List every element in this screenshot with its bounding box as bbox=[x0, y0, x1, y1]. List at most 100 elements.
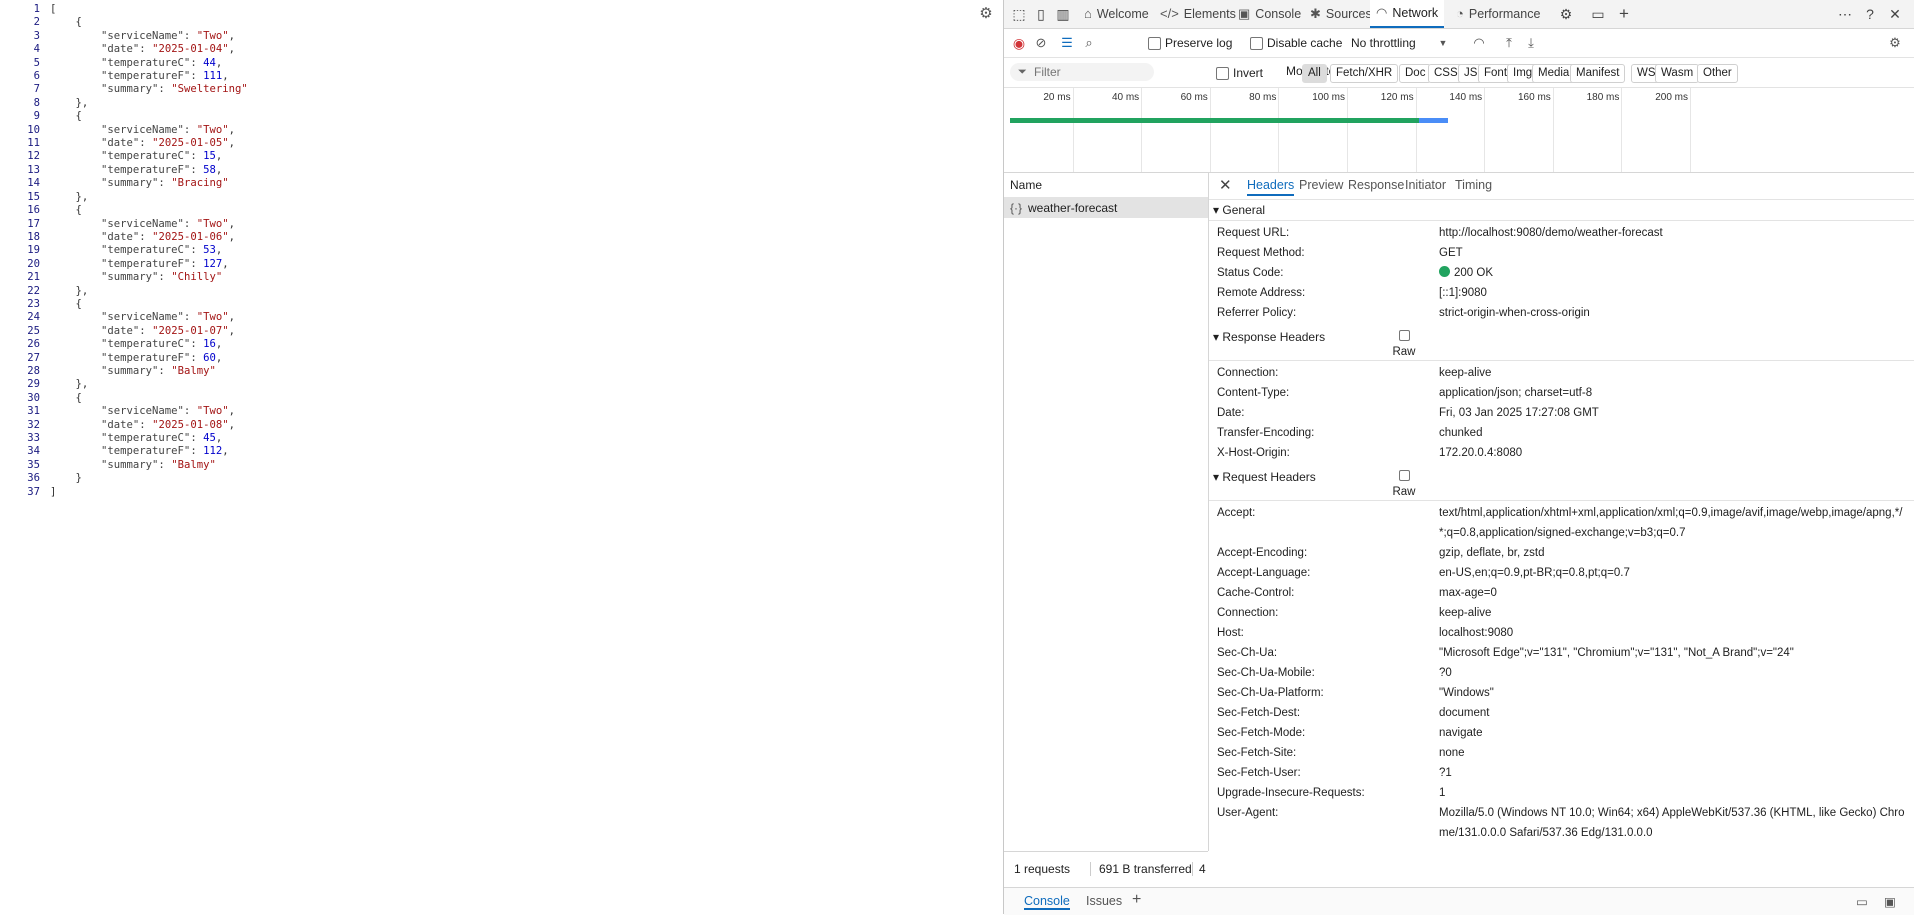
tab-response[interactable]: Response bbox=[1348, 178, 1404, 192]
request-headers-section-header[interactable]: ▾ Request Headers Raw bbox=[1209, 467, 1914, 501]
header-value: 200 OK bbox=[1439, 263, 1914, 283]
bug-icon: ✱ bbox=[1310, 5, 1321, 21]
code-token: , bbox=[228, 324, 235, 337]
header-row: Date: Fri, 03 Jan 2025 17:27:08 GMT bbox=[1209, 403, 1914, 423]
drawer-tab-console[interactable]: Console bbox=[1024, 894, 1070, 910]
code-token: "Chilly" bbox=[171, 271, 223, 284]
search-icon[interactable]: ⌕ bbox=[1080, 34, 1098, 52]
line-number: 27 bbox=[27, 351, 40, 364]
application-icon[interactable]: ▭ bbox=[1589, 5, 1607, 23]
code-line: 19 "temperatureC": 53, bbox=[0, 244, 248, 257]
tab-console[interactable]: ▣ Console bbox=[1232, 0, 1307, 27]
header-row: X-Host-Origin: 172.20.0.4:8080 bbox=[1209, 443, 1914, 463]
settings-gear-icon[interactable]: ⚙ bbox=[1557, 5, 1575, 23]
request-raw-toggle[interactable]: Raw bbox=[1389, 468, 1419, 499]
line-number: 19 bbox=[27, 244, 40, 257]
header-row: Sec-Ch-Ua: "Microsoft Edge";v="131", "Chr… bbox=[1209, 643, 1914, 663]
response-headers-section-header[interactable]: ▾ Response Headers Raw bbox=[1209, 327, 1914, 361]
close-devtools-icon[interactable]: ✕ bbox=[1886, 5, 1904, 23]
close-icon[interactable]: ✕ bbox=[1219, 176, 1232, 194]
header-row: Sec-Fetch-Site: none bbox=[1209, 743, 1914, 763]
upload-icon[interactable]: ⤒ bbox=[1500, 34, 1518, 52]
drawer-tab-issues[interactable]: Issues bbox=[1086, 894, 1122, 908]
code-token: "Two" bbox=[196, 217, 229, 230]
line-number: 26 bbox=[27, 338, 40, 351]
clear-icon[interactable]: ⊘ bbox=[1032, 34, 1050, 52]
line-number: 36 bbox=[27, 472, 40, 485]
request-row[interactable]: {·} weather-forecast bbox=[1004, 198, 1208, 218]
filter-funnel-icon[interactable]: ☰ bbox=[1058, 34, 1076, 52]
filter-type-media[interactable]: Media bbox=[1532, 64, 1576, 83]
tab-elements[interactable]: </> Elements bbox=[1154, 0, 1242, 27]
more-options-icon[interactable]: ⋯ bbox=[1836, 5, 1854, 23]
raw-checkbox[interactable] bbox=[1398, 330, 1410, 341]
network-timeline[interactable]: 20 ms 40 ms 60 ms 80 ms 100 ms 120 ms 140 ms 16… bbox=[1004, 88, 1914, 173]
filter-type-wasm[interactable]: Wasm bbox=[1655, 64, 1700, 83]
header-key: Sec-Ch-Ua-Platform: bbox=[1217, 687, 1324, 699]
chevron-down-icon[interactable]: ▼ bbox=[1434, 34, 1452, 52]
filter-type-all[interactable]: All bbox=[1302, 64, 1327, 83]
gear-icon[interactable]: ⚙ bbox=[978, 6, 994, 22]
throttling-select[interactable]: No throttling bbox=[1351, 36, 1416, 50]
close-drawer-icon[interactable]: ▣ bbox=[1884, 894, 1896, 909]
code-token: 60 bbox=[203, 351, 216, 364]
code-token: "summary": bbox=[50, 458, 172, 471]
code-token: { bbox=[50, 297, 82, 310]
network-conditions-icon[interactable]: ◠ bbox=[1470, 34, 1488, 52]
tab-welcome[interactable]: ⌂ Welcome bbox=[1078, 0, 1155, 27]
response-raw-toggle[interactable]: Raw bbox=[1389, 328, 1419, 359]
status-code-text: 200 OK bbox=[1454, 267, 1493, 279]
add-tab-icon[interactable]: + bbox=[1615, 5, 1633, 23]
code-token: "temperatureF": bbox=[50, 257, 204, 270]
network-settings-icon[interactable]: ⚙ bbox=[1886, 34, 1904, 52]
filter-type-manifest[interactable]: Manifest bbox=[1570, 64, 1626, 83]
header-value: keep-alive bbox=[1439, 367, 1492, 379]
line-number: 5 bbox=[33, 56, 40, 69]
inspect-element-icon[interactable]: ⬚ bbox=[1010, 5, 1028, 23]
name-column-header[interactable]: Name bbox=[1004, 173, 1208, 198]
code-line: 10 "serviceName": "Two", bbox=[0, 124, 248, 137]
preserve-log-checkbox[interactable] bbox=[1148, 37, 1161, 50]
invert-checkbox[interactable] bbox=[1216, 67, 1229, 80]
line-number: 10 bbox=[27, 123, 40, 136]
code-token: "summary": bbox=[50, 364, 172, 377]
header-value: 1 bbox=[1439, 787, 1446, 799]
tab-initiator[interactable]: Initiator bbox=[1405, 178, 1446, 192]
general-section-header[interactable]: ▾ General bbox=[1209, 200, 1914, 221]
header-value: 172.20.0.4:8080 bbox=[1439, 447, 1523, 459]
filter-input[interactable]: ⏷ Filter bbox=[1010, 63, 1154, 81]
filter-type-doc[interactable]: Doc bbox=[1399, 64, 1432, 83]
sidebar-toggle-icon[interactable]: ▥ bbox=[1054, 5, 1072, 23]
device-emulation-icon[interactable]: ▯ bbox=[1032, 5, 1050, 23]
raw-checkbox[interactable] bbox=[1398, 470, 1410, 481]
code-token: "summary": bbox=[50, 271, 172, 284]
code-token: , bbox=[228, 137, 235, 150]
tab-headers[interactable]: Headers bbox=[1247, 178, 1295, 196]
code-token: "serviceName": bbox=[50, 29, 197, 42]
disable-cache-checkbox[interactable] bbox=[1250, 37, 1263, 50]
download-icon[interactable]: ⤓ bbox=[1522, 34, 1540, 52]
record-icon[interactable]: ◉ bbox=[1010, 34, 1028, 52]
line-number: 9 bbox=[33, 110, 40, 123]
tab-performance[interactable]: ◔ Performance bbox=[1450, 0, 1546, 27]
code-icon: </> bbox=[1160, 6, 1179, 21]
code-token: "2025-01-06" bbox=[152, 230, 229, 243]
code-token: , bbox=[222, 70, 229, 83]
code-token: , bbox=[228, 405, 235, 418]
code-token: , bbox=[228, 418, 235, 431]
add-drawer-tab-icon[interactable]: + bbox=[1132, 891, 1141, 909]
header-row: Accept-Language: en-US,en;q=0.9,pt-BR;q=0… bbox=[1209, 563, 1914, 583]
filter-type-other[interactable]: Other bbox=[1697, 64, 1738, 83]
header-key: X-Host-Origin: bbox=[1217, 447, 1290, 459]
header-value: document bbox=[1439, 707, 1490, 719]
filter-type-fetchxhr[interactable]: Fetch/XHR bbox=[1330, 64, 1399, 83]
timeline-waiting-bar bbox=[1010, 118, 1420, 123]
tab-sources[interactable]: ✱ Sources bbox=[1304, 0, 1378, 27]
help-icon[interactable]: ? bbox=[1861, 5, 1879, 23]
header-row: Cache-Control: max-age=0 bbox=[1209, 583, 1914, 603]
tab-timing[interactable]: Timing bbox=[1455, 178, 1492, 192]
tab-network[interactable]: ◠ Network bbox=[1370, 0, 1445, 28]
dock-icon[interactable]: ▭ bbox=[1856, 894, 1868, 909]
tab-preview[interactable]: Preview bbox=[1299, 178, 1343, 192]
header-row: Remote Address: [::1]:9080 bbox=[1209, 283, 1914, 303]
